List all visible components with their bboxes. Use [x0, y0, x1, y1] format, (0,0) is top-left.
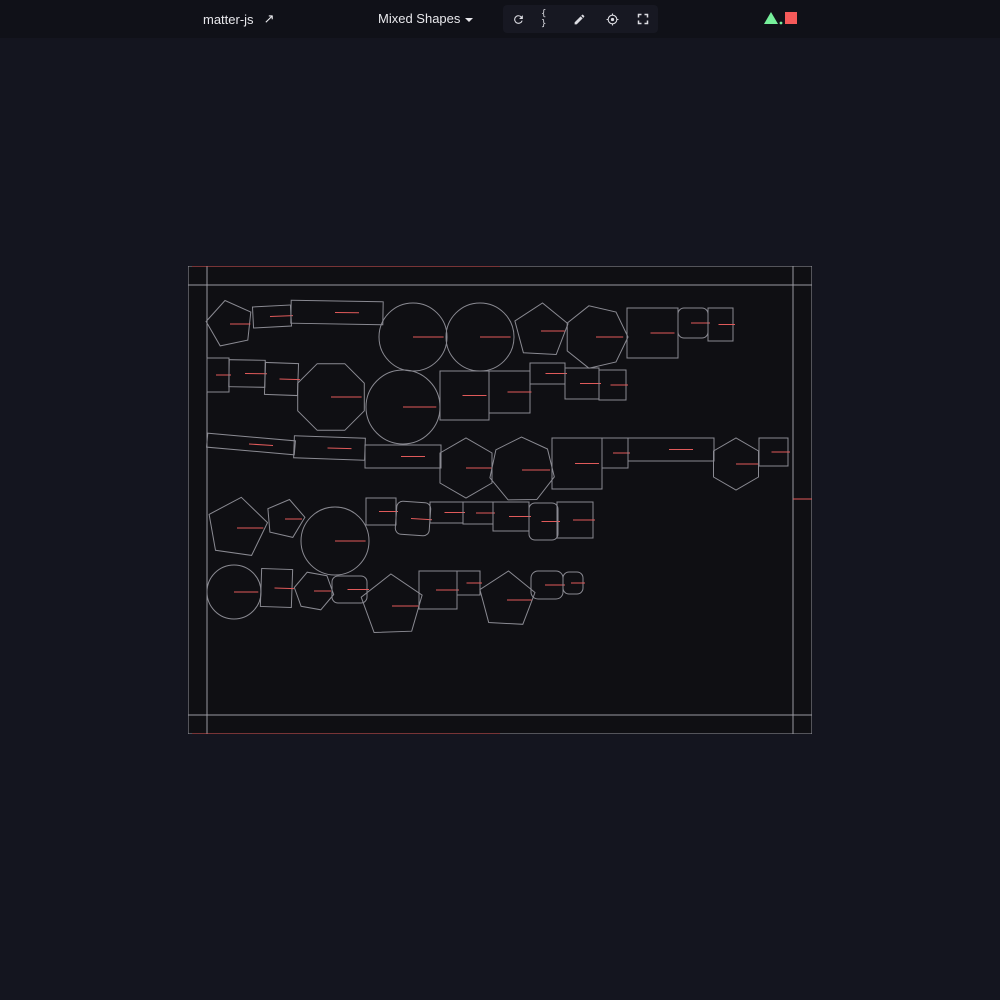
- inspector-button[interactable]: [604, 11, 620, 27]
- top-bar: matter-js ↗ Mixed Shapes { }: [0, 0, 1000, 38]
- body-polygon[interactable]: [489, 436, 555, 501]
- external-link-icon: ↗: [263, 11, 275, 26]
- fullscreen-icon: [637, 13, 649, 25]
- world-render: [188, 266, 812, 734]
- reset-icon: [513, 14, 523, 24]
- velocity-indicator: [274, 587, 295, 590]
- body-polygon[interactable]: [205, 299, 252, 347]
- velocity-indicator: [248, 443, 274, 446]
- example-select-value: Mixed Shapes: [378, 11, 461, 26]
- wall-boundary[interactable]: [792, 266, 812, 734]
- reset-button[interactable]: [510, 11, 526, 27]
- edit-button[interactable]: [571, 11, 587, 27]
- body-polygon[interactable]: [514, 302, 569, 356]
- chevron-down-icon: [465, 17, 474, 22]
- inspector-target-icon: [606, 13, 618, 25]
- brand-link[interactable]: matter-js ↗: [203, 11, 274, 27]
- velocity-indicator: [327, 447, 352, 450]
- wall-boundary[interactable]: [188, 266, 208, 734]
- velocity-indicator: [279, 378, 301, 381]
- body-polygon[interactable]: [208, 496, 269, 556]
- edit-pencil-icon: [574, 14, 584, 24]
- body-polygon[interactable]: [267, 498, 306, 538]
- matter-logo-icon: [764, 12, 797, 25]
- physics-canvas[interactable]: [188, 266, 812, 734]
- wall-boundary[interactable]: [188, 714, 812, 734]
- example-select[interactable]: Mixed Shapes: [378, 11, 474, 26]
- velocity-indicator: [269, 315, 294, 317]
- wall-boundary[interactable]: [188, 266, 812, 286]
- brand-label: matter-js: [203, 11, 254, 27]
- body-polygon[interactable]: [360, 573, 423, 634]
- velocity-indicator: [410, 518, 433, 521]
- toolbar: { }: [503, 5, 658, 33]
- source-code-icon: { }: [541, 9, 547, 29]
- body-polygon[interactable]: [479, 570, 536, 625]
- fullscreen-button[interactable]: [635, 11, 651, 27]
- source-code-button[interactable]: { }: [541, 9, 557, 29]
